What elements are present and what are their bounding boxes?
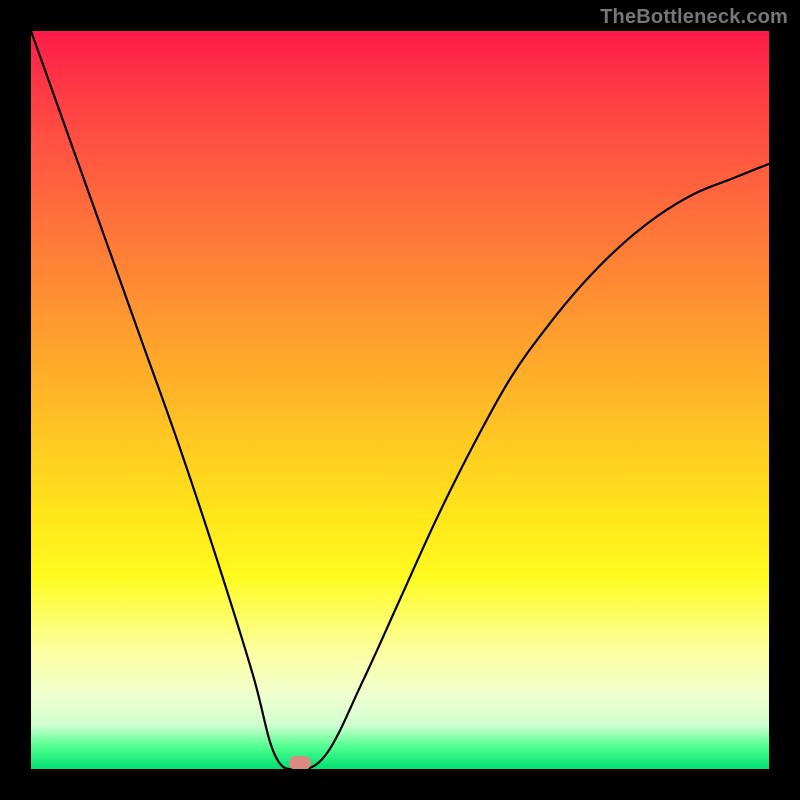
plot-area [31, 31, 769, 769]
bottleneck-curve [31, 31, 769, 769]
optimal-point-marker [289, 756, 311, 769]
watermark-text: TheBottleneck.com [600, 6, 788, 29]
curve-path [31, 31, 769, 769]
